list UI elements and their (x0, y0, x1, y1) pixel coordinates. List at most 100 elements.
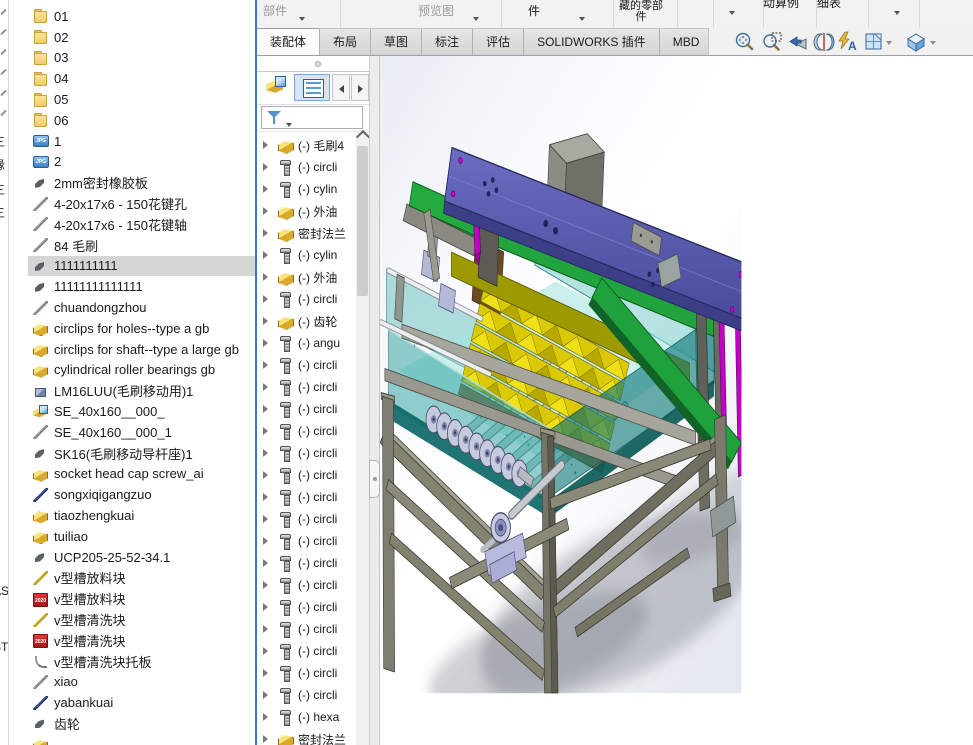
expand-caret-icon[interactable] (263, 625, 273, 633)
file-item[interactable]: 05 (28, 89, 255, 110)
ribbon-button-label[interactable]: 动算例 (763, 0, 799, 11)
tree-scrollbar[interactable] (355, 129, 369, 745)
file-item[interactable]: SE_40x160__000_1 (28, 422, 255, 443)
file-item[interactable]: 1 (28, 131, 255, 152)
expand-caret-icon[interactable] (263, 537, 273, 545)
file-item[interactable]: 02 (28, 27, 255, 48)
tree-item[interactable]: (-) circli (257, 596, 357, 618)
display-style-icon[interactable] (905, 31, 927, 53)
zoom-to-area-icon[interactable] (761, 31, 783, 53)
expand-caret-icon[interactable] (263, 141, 273, 149)
file-item[interactable]: 06 (28, 110, 255, 131)
expand-caret-icon[interactable] (263, 383, 273, 391)
section-view-icon[interactable] (813, 31, 835, 53)
file-item[interactable]: 1111111111 (28, 255, 255, 277)
file-item[interactable]: 齿轮 (28, 713, 255, 734)
tree-item[interactable]: (-) circli (257, 618, 357, 640)
tab-评估[interactable]: 评估 (473, 28, 525, 55)
tab-feature-manager[interactable] (294, 74, 330, 101)
file-item[interactable]: socket head cap screw_ai (28, 464, 255, 485)
expand-caret-icon[interactable] (263, 317, 273, 325)
file-item[interactable]: yabankuai (28, 692, 255, 713)
file-item[interactable]: LM16LUU(毛刷移动用)1 (28, 380, 255, 401)
expand-caret-icon[interactable] (263, 427, 273, 435)
tree-item[interactable]: (-) cylin (257, 244, 357, 266)
dropdown-caret-icon[interactable] (930, 41, 936, 45)
tab-布局[interactable]: 布局 (320, 28, 372, 55)
tree-item[interactable]: (-) 毛刷4 (257, 134, 357, 156)
view-orientation-icon[interactable] (863, 31, 885, 53)
3d-model-canvas[interactable]: 1-4 (380, 56, 973, 745)
tree-item[interactable]: 密封法兰 (257, 222, 357, 244)
expand-caret-icon[interactable] (263, 251, 273, 259)
scroll-up-icon[interactable] (355, 129, 369, 145)
dropdown-caret-icon[interactable] (473, 17, 479, 21)
file-item[interactable]: v型槽清洗块 (28, 630, 255, 651)
file-item[interactable]: UCP205-25-52-34.1 (28, 547, 255, 568)
expand-caret-icon[interactable] (263, 735, 273, 743)
tree-item[interactable]: (-) circli (257, 552, 357, 574)
expand-caret-icon[interactable] (263, 647, 273, 655)
tree-item[interactable]: (-) circli (257, 662, 357, 684)
previous-view-icon[interactable] (786, 31, 808, 53)
expand-caret-icon[interactable] (263, 163, 273, 171)
file-item[interactable]: songxiqigangzuo (28, 484, 255, 505)
expand-caret-icon[interactable] (263, 295, 273, 303)
tree-item[interactable]: (-) 齿轮 (257, 310, 357, 332)
tree-item[interactable]: (-) circli (257, 684, 357, 706)
tree-item[interactable]: (-) circli (257, 156, 357, 178)
expand-caret-icon[interactable] (263, 691, 273, 699)
expand-caret-icon[interactable] (263, 449, 273, 457)
file-item[interactable]: tiaozhengkuai (28, 505, 255, 526)
file-item[interactable]: SK16(毛刷移动导杆座)1 (28, 443, 255, 464)
pane-arrow-right-button[interactable] (351, 74, 369, 101)
dropdown-caret-icon[interactable] (579, 17, 585, 21)
tree-item[interactable]: (-) 外油 (257, 200, 357, 222)
tree-item[interactable]: (-) circli (257, 442, 357, 464)
tree-item[interactable]: (-) circli (257, 530, 357, 552)
expand-caret-icon[interactable] (263, 273, 273, 281)
tree-item[interactable]: (-) circli (257, 376, 357, 398)
pane-arrow-left-button[interactable] (332, 74, 350, 101)
tree-item[interactable]: (-) circli (257, 354, 357, 376)
dropdown-caret-icon[interactable] (894, 11, 900, 15)
tab-SOLIDWORKS 插件[interactable]: SOLIDWORKS 插件 (524, 28, 660, 55)
file-item[interactable]: v型槽放料块 (28, 568, 255, 589)
expand-caret-icon[interactable] (263, 581, 273, 589)
tab-装配体[interactable]: 装配体 (257, 28, 321, 55)
splitter-handle[interactable] (369, 460, 380, 498)
file-item[interactable]: 84 毛刷 (28, 235, 255, 256)
tree-item[interactable]: (-) circli (257, 640, 357, 662)
panel-splitter[interactable] (369, 56, 380, 745)
panel-splitter-bar[interactable] (257, 56, 369, 72)
expand-caret-icon[interactable] (263, 471, 273, 479)
file-item[interactable]: 04 (28, 68, 255, 89)
ribbon-button-label[interactable]: 件 (528, 2, 540, 19)
file-item[interactable]: v型槽放料块 (28, 588, 255, 609)
file-item[interactable]: xiao (28, 672, 255, 693)
view-annotations-icon[interactable]: A (836, 31, 858, 53)
tree-item[interactable]: (-) circli (257, 464, 357, 486)
zoom-to-fit-icon[interactable] (734, 31, 756, 53)
expand-caret-icon[interactable] (263, 229, 273, 237)
file-item[interactable]: 4-20x17x6 - 150花键孔 (28, 193, 255, 214)
dropdown-caret-icon[interactable] (886, 41, 892, 45)
tree-item[interactable]: (-) circli (257, 288, 357, 310)
file-item[interactable]: v型槽清洗块托板 (28, 651, 255, 672)
file-item[interactable]: circlips for shaft--type a large gb (28, 339, 255, 360)
expand-caret-icon[interactable] (263, 559, 273, 567)
expand-caret-icon[interactable] (263, 339, 273, 347)
dropdown-caret-icon[interactable] (286, 123, 292, 127)
file-item[interactable]: circlips for holes--type a gb (28, 318, 255, 339)
tab-草图[interactable]: 草图 (371, 28, 423, 55)
ribbon-button-label[interactable]: 藏的零部件 (618, 1, 664, 23)
file-item[interactable]: SE_40x160__000_ (28, 401, 255, 422)
tab-MBD[interactable]: MBD (659, 28, 714, 55)
tree-item[interactable]: (-) circli (257, 420, 357, 442)
dropdown-caret-icon[interactable] (299, 17, 305, 21)
ribbon-button-label[interactable]: 部件 (263, 2, 287, 19)
file-item[interactable]: 11111111111111 (28, 276, 255, 297)
tree-item[interactable]: (-) angu (257, 332, 357, 354)
file-item[interactable]: 03 (28, 48, 255, 69)
dropdown-caret-icon[interactable] (729, 11, 735, 15)
